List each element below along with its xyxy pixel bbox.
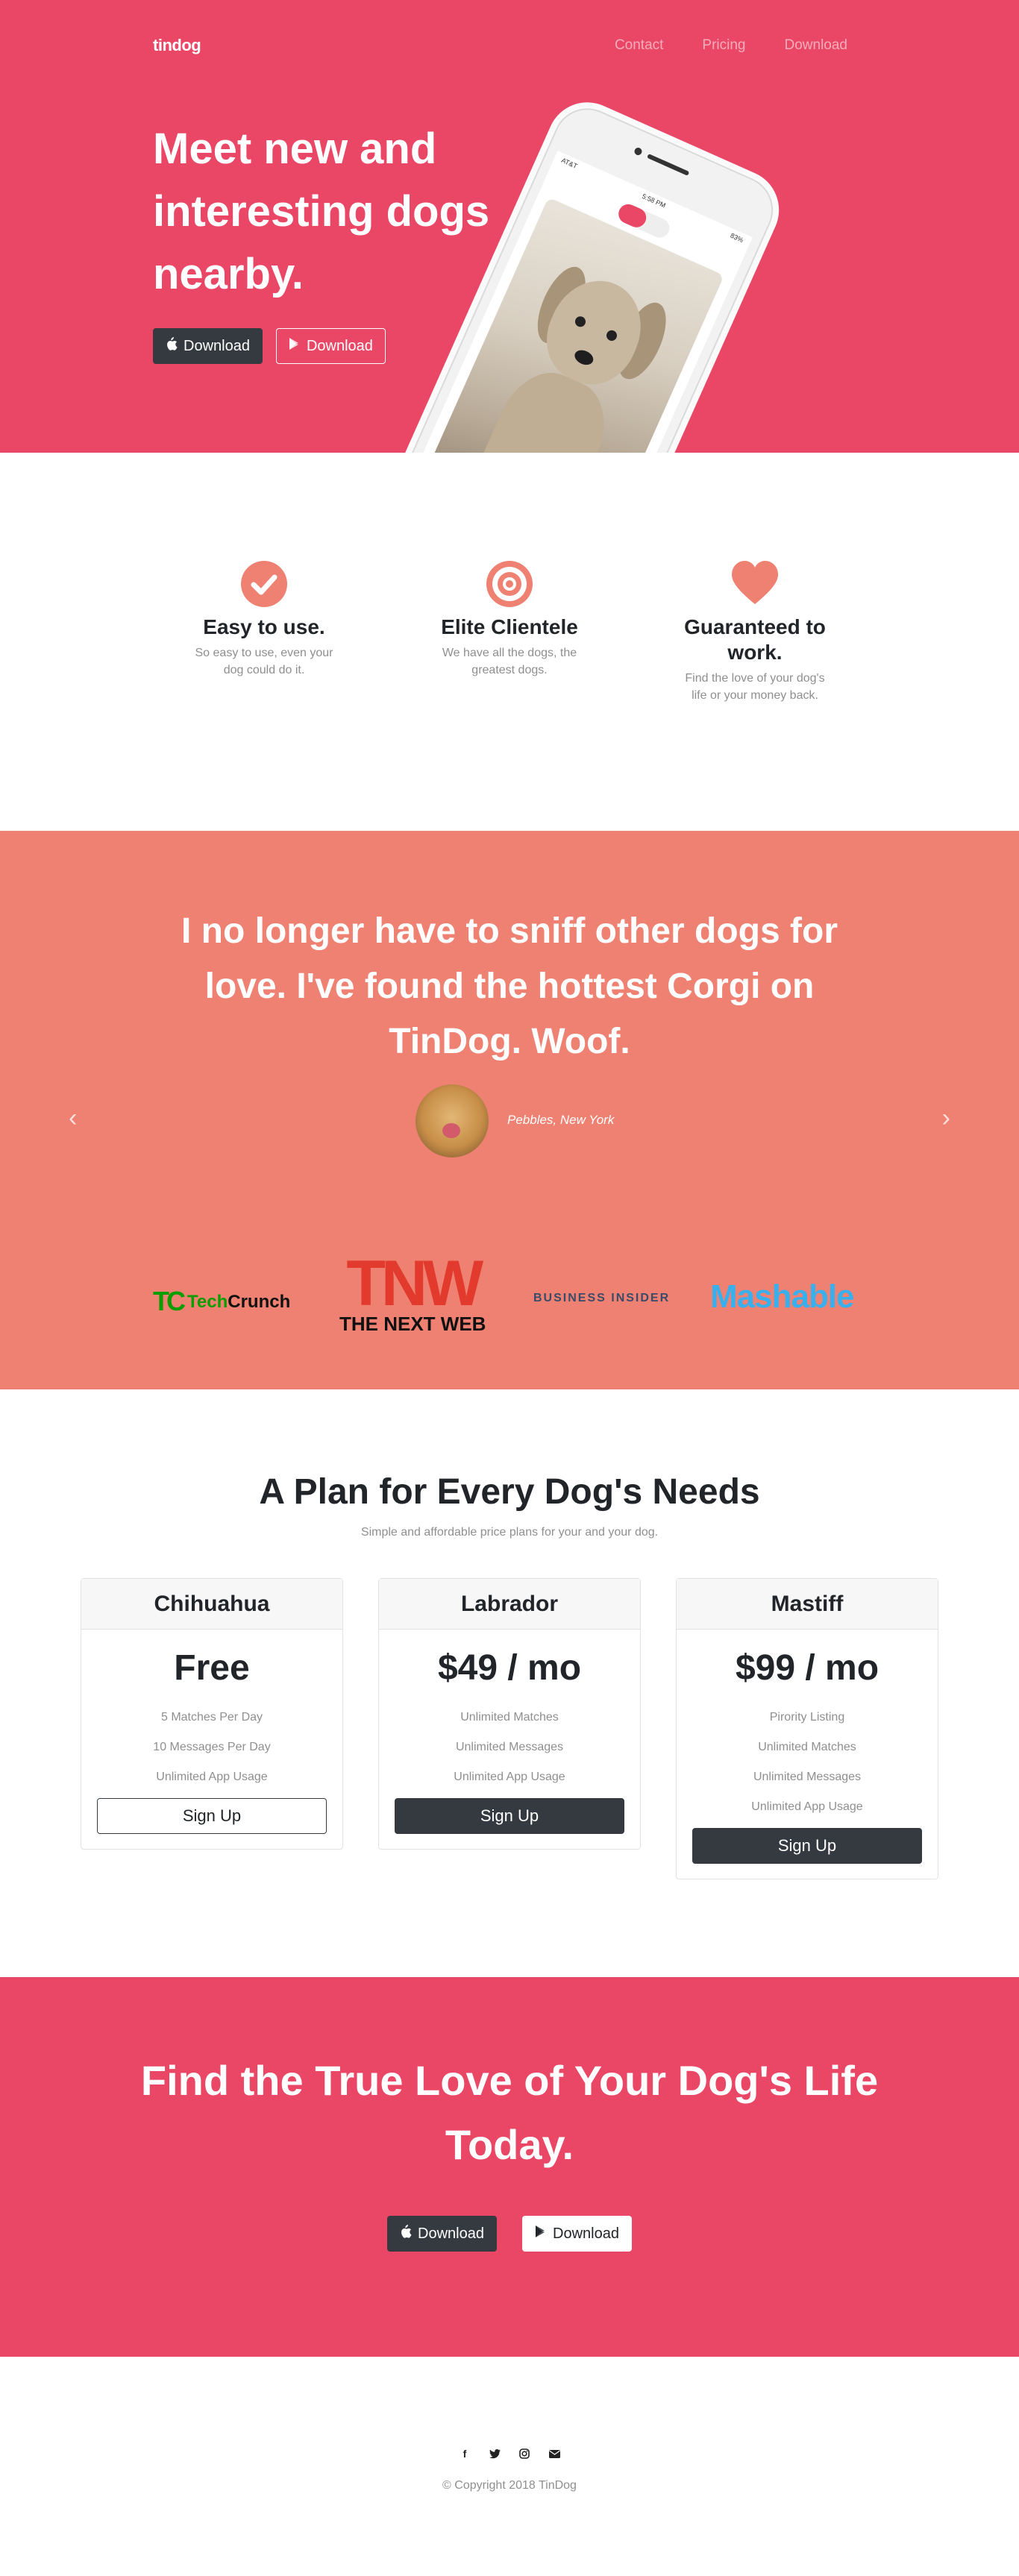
avatar bbox=[416, 1084, 489, 1157]
cta-title: Find the True Love of Your Dog's Life To… bbox=[140, 2057, 879, 2168]
pricing-card-chihuahua: Chihuahua Free 5 Matches Per Day 10 Mess… bbox=[81, 1578, 343, 1850]
pricing-card-mastiff: Mastiff $99 / mo Pirority Listing Unlimi… bbox=[676, 1578, 938, 1879]
plan-name: Mastiff bbox=[677, 1579, 938, 1630]
heart-icon bbox=[732, 561, 778, 607]
apple-download-button[interactable]: Download bbox=[387, 2216, 497, 2252]
plan-feature: 10 Messages Per Day bbox=[153, 1741, 271, 1753]
google-play-icon bbox=[289, 337, 301, 355]
google-play-download-button[interactable]: Download bbox=[522, 2216, 632, 2252]
social-links: f bbox=[0, 2448, 1019, 2460]
apple-icon bbox=[400, 2225, 412, 2243]
plan-feature: Unlimited App Usage bbox=[156, 1771, 268, 1783]
feature-guaranteed: Guaranteed to work. Find the love of you… bbox=[658, 561, 852, 704]
phone-battery: 83% bbox=[729, 231, 745, 245]
plan-name: Labrador bbox=[379, 1579, 640, 1630]
cta-download-buttons: Download Download bbox=[0, 2216, 1019, 2252]
pricing-subtitle: Simple and affordable price plans for yo… bbox=[360, 1526, 659, 1539]
google-play-download-button[interactable]: Download bbox=[275, 328, 386, 364]
techcrunch-logo: TC TechCrunch bbox=[153, 1286, 291, 1316]
apple-icon bbox=[166, 337, 178, 355]
cta-section: Find the True Love of Your Dog's Life To… bbox=[0, 1977, 1019, 2357]
check-circle-icon bbox=[241, 561, 287, 607]
sign-up-button[interactable]: Sign Up bbox=[692, 1828, 922, 1864]
google-play-download-label: Download bbox=[306, 337, 373, 354]
press-logos: TC TechCrunch TNW THE NEXT WEB BUSINESS I… bbox=[0, 1248, 1019, 1338]
hero-section: tindog Contact Pricing Download Meet new… bbox=[0, 0, 1019, 453]
tnw-logo: TNW THE NEXT WEB bbox=[339, 1248, 486, 1335]
nav-pricing-link[interactable]: Pricing bbox=[702, 37, 745, 54]
mashable-logo: Mashable bbox=[710, 1278, 855, 1315]
plan-feature: Unlimited Matches bbox=[460, 1711, 559, 1724]
testimonial-quote: I no longer have to sniff other dogs for… bbox=[181, 911, 838, 1061]
feature-text: So easy to use, even your dog could do i… bbox=[195, 647, 333, 676]
apple-download-label: Download bbox=[418, 2225, 484, 2242]
nav-contact-link[interactable]: Contact bbox=[615, 37, 663, 54]
sign-up-button[interactable]: Sign Up bbox=[395, 1798, 624, 1834]
pricing-card-labrador: Labrador $49 / mo Unlimited Matches Unli… bbox=[378, 1578, 641, 1850]
feature-title: Easy to use. bbox=[203, 615, 325, 638]
plan-feature: Unlimited Messages bbox=[455, 1741, 564, 1753]
testimonials-section: ‹ › I no longer have to sniff other dogs… bbox=[0, 831, 1019, 1389]
features-section: Easy to use. So easy to use, even your d… bbox=[0, 453, 1019, 831]
plan-feature: Unlimited App Usage bbox=[751, 1800, 863, 1813]
plan-price: Free bbox=[174, 1648, 250, 1688]
facebook-icon[interactable]: f bbox=[459, 2448, 471, 2460]
business-insider-logo: BUSINESS INSIDER bbox=[533, 1292, 671, 1304]
feature-text: Find the love of your dog's life or your… bbox=[685, 672, 825, 702]
feature-clientele: Elite Clientele We have all the dogs, th… bbox=[413, 561, 606, 679]
plan-feature: Pirority Listing bbox=[769, 1711, 845, 1724]
pricing-title: A Plan for Every Dog's Needs bbox=[259, 1472, 760, 1512]
apple-download-button[interactable]: Download bbox=[153, 328, 263, 364]
brand-logo[interactable]: tindog bbox=[153, 36, 201, 55]
sign-up-button[interactable]: Sign Up bbox=[97, 1798, 327, 1834]
envelope-icon[interactable] bbox=[548, 2448, 560, 2460]
carousel-next-icon[interactable]: › bbox=[942, 1104, 950, 1133]
feature-title: Guaranteed to work. bbox=[684, 615, 826, 664]
apple-download-label: Download bbox=[184, 337, 250, 354]
copyright-text: © Copyright 2018 TinDog bbox=[442, 2479, 577, 2492]
phone-carrier: AT&T bbox=[560, 156, 579, 170]
plan-feature: Unlimited App Usage bbox=[454, 1771, 565, 1783]
top-nav: Contact Pricing Download bbox=[576, 37, 847, 54]
pricing-section: A Plan for Every Dog's Needs Simple and … bbox=[0, 1389, 1019, 1977]
plan-price: $49 / mo bbox=[437, 1648, 582, 1688]
instagram-icon[interactable] bbox=[518, 2448, 530, 2460]
bullseye-icon bbox=[486, 561, 533, 607]
footer: f © Copyright 2018 TinDog bbox=[0, 2357, 1019, 2576]
hero-download-buttons: Download Download bbox=[153, 328, 386, 364]
plan-feature: Unlimited Matches bbox=[758, 1741, 856, 1753]
twitter-icon[interactable] bbox=[489, 2448, 501, 2460]
testimonial-author: Pebbles, New York bbox=[507, 1113, 615, 1127]
plan-price: $99 / mo bbox=[735, 1648, 880, 1688]
google-play-download-label: Download bbox=[553, 2225, 619, 2242]
nav-download-link[interactable]: Download bbox=[785, 37, 848, 54]
feature-easy: Easy to use. So easy to use, even your d… bbox=[167, 561, 361, 679]
feature-title: Elite Clientele bbox=[441, 615, 578, 638]
plan-feature: Unlimited Messages bbox=[753, 1771, 862, 1783]
google-play-icon bbox=[535, 2225, 547, 2243]
feature-text: We have all the dogs, the greatest dogs. bbox=[442, 647, 577, 676]
plan-name: Chihuahua bbox=[81, 1579, 342, 1630]
carousel-prev-icon[interactable]: ‹ bbox=[69, 1104, 77, 1133]
plan-feature: 5 Matches Per Day bbox=[160, 1711, 263, 1724]
